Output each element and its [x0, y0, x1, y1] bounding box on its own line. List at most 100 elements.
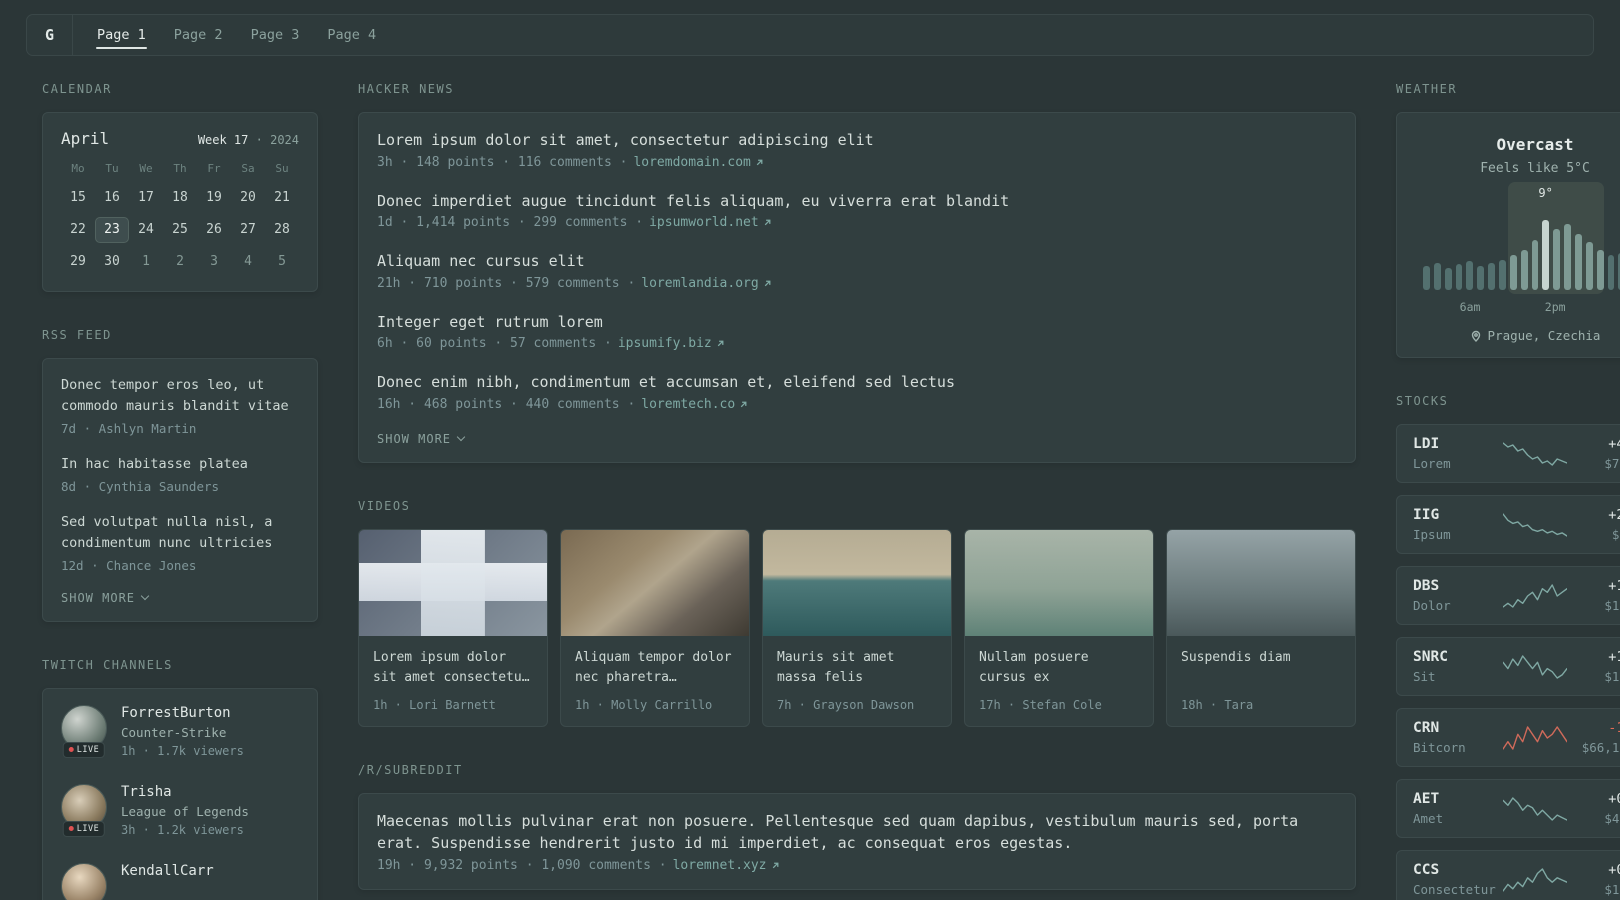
twitch-channel-name[interactable]: Trisha — [121, 784, 249, 800]
stock-row[interactable]: LDI Lorem +4.35% $795.18 — [1396, 424, 1620, 483]
nav-tab-page-1[interactable]: Page 1 — [83, 15, 160, 55]
subreddit-post-domain-link[interactable]: loremnet.xyz — [673, 858, 781, 873]
hackernews-item-title[interactable]: Donec imperdiet augue tincidunt felis al… — [377, 190, 1337, 213]
subreddit-widget-header: /R/SUBREDDIT — [358, 762, 463, 777]
twitch-channel-category: Counter-Strike — [121, 724, 227, 740]
twitch-avatar-wrap: LIVE — [61, 783, 107, 837]
video-title: Lorem ipsum dolor sit amet consectetu… — [373, 649, 530, 685]
calendar-day-header: Fr — [207, 162, 221, 175]
calendar-widget-header: CALENDAR — [42, 82, 112, 96]
hackernews-item-meta: 16h · 468 points · 440 comments · loremt… — [377, 397, 1337, 412]
video-body: Aliquam tempor dolor nec pharetra… 1h · … — [561, 636, 749, 726]
twitch-channel-name[interactable]: ForrestBurton — [121, 705, 244, 721]
weather-bar — [1607, 254, 1615, 290]
nav-tab-page-2[interactable]: Page 2 — [160, 15, 237, 55]
chevron-down-icon — [456, 432, 466, 442]
videos-row: Lorem ipsum dolor sit amet consectetu… 1… — [358, 528, 1356, 727]
hackernews-item-title[interactable]: Aliquam nec cursus elit — [377, 250, 1337, 273]
twitch-widget: TWITCH CHANNELS LIVE ForrestBurton Count… — [42, 658, 318, 900]
stock-price: $42.04 — [1611, 527, 1620, 542]
hackernews-item: Donec enim nibh, condimentum et accumsan… — [377, 371, 1337, 412]
hackernews-item-title[interactable]: Integer eget rutrum lorem — [377, 311, 1337, 334]
calendar-day: 29 — [70, 254, 86, 269]
hackernews-item-domain-link[interactable]: ipsumworld.net — [649, 215, 773, 230]
rss-item-meta: 12d · Chance Jones — [61, 557, 197, 573]
stock-row[interactable]: CCS Consectetur +0.51% $165.84 — [1396, 850, 1620, 900]
calendar-head: April Week 17 · 2024 — [61, 129, 299, 148]
hackernews-item-domain: ipsumify.biz — [617, 336, 712, 351]
calendar-day: 1 — [142, 254, 150, 269]
hackernews-item-domain-link[interactable]: ipsumify.biz — [618, 336, 726, 351]
nav-tab-page-4[interactable]: Page 4 — [313, 15, 390, 55]
calendar-day: 27 — [240, 222, 256, 237]
stock-row[interactable]: CRN Bitcorn -1.00% $66,171.48 — [1396, 708, 1620, 767]
hackernews-show-more-button[interactable]: SHOW MORE — [377, 432, 1337, 446]
stock-id: CRN Bitcorn — [1413, 720, 1503, 755]
stock-values: +0.92% $499.72 — [1567, 791, 1620, 826]
calendar-day: 2 — [176, 254, 184, 269]
right-column: WEATHER Overcast Feels like 5°C 9° 6am 2p… — [1396, 82, 1620, 900]
calendar-day: 4 — [244, 254, 252, 269]
twitch-channel-name[interactable]: KendallCarr — [121, 863, 214, 879]
calendar-week-number: Week 17 — [197, 133, 249, 147]
hackernews-item-domain-link[interactable]: loremtech.co — [641, 397, 749, 412]
calendar-day: 20 — [240, 190, 256, 205]
stock-id: IIG Ipsum — [1413, 507, 1503, 542]
nav-pages: Page 1 Page 2 Page 3 Page 4 — [73, 15, 390, 55]
twitch-avatar-wrap: LIVE — [61, 862, 107, 900]
video-card[interactable]: Mauris sit amet massa felis 7h · Grayson… — [762, 528, 952, 727]
video-title: Mauris sit amet massa felis — [777, 649, 895, 685]
stock-row[interactable]: DBS Dolor +1.42% $156.28 — [1396, 566, 1620, 625]
stock-symbol: SNRC — [1413, 649, 1448, 665]
video-thumbnail — [1167, 529, 1355, 636]
hackernews-item: Lorem ipsum dolor sit amet, consectetur … — [377, 129, 1337, 170]
weather-bar — [1509, 254, 1517, 290]
weather-card: Overcast Feels like 5°C 9° 6am2pm10pm Pr… — [1396, 112, 1620, 358]
left-column: CALENDAR April Week 17 · 2024 Mo Tu We Th Fr… — [42, 82, 318, 900]
calendar-day-header: Th — [173, 162, 187, 175]
video-card[interactable]: Lorem ipsum dolor sit amet consectetu… 1… — [358, 528, 548, 727]
rss-show-more-label: SHOW MORE — [61, 590, 136, 605]
twitch-channel-info: KendallCarr — [121, 863, 214, 883]
video-card[interactable]: Suspendis diam 18h · Tara — [1166, 528, 1356, 727]
nav-tab-page-3[interactable]: Page 3 — [237, 15, 314, 55]
stock-symbol: LDI — [1413, 436, 1440, 452]
twitch-card: LIVE ForrestBurton Counter-Strike 1h · 1… — [42, 687, 318, 900]
stock-row[interactable]: IIG Ipsum +2.84% $42.04 — [1396, 495, 1620, 554]
hackernews-item-title[interactable]: Lorem ipsum dolor sit amet, consectetur … — [377, 129, 1337, 152]
video-meta: 1h · Lori Barnett — [373, 697, 496, 712]
calendar-day: 18 — [172, 190, 188, 205]
calendar-day-header: Mo — [71, 162, 85, 175]
stock-row[interactable]: SNRC Sit +1.36% $148.64 — [1396, 637, 1620, 696]
weather-feels-like: Feels like 5°C — [1480, 161, 1590, 176]
stock-change: +4.35% — [1608, 436, 1620, 452]
stock-row[interactable]: AET Amet +0.92% $499.72 — [1396, 779, 1620, 838]
rss-item-title[interactable]: In hac habitasse platea — [61, 454, 299, 475]
app-logo[interactable]: G — [27, 15, 73, 55]
subreddit-post-title[interactable]: Maecenas mollis pulvinar erat non posuer… — [377, 810, 1337, 855]
hackernews-item-domain-link[interactable]: loremlandia.org — [641, 276, 772, 291]
hackernews-item-title[interactable]: Donec enim nibh, condimentum et accumsan… — [377, 371, 1337, 394]
rss-item-title[interactable]: Donec tempor eros leo, ut commodo mauris… — [61, 375, 299, 417]
twitch-channel-row[interactable]: LIVE KendallCarr — [61, 862, 299, 900]
subreddit-post-meta: 19h · 9,932 points · 1,090 comments · lo… — [377, 858, 1337, 873]
stock-change: +0.51% — [1608, 862, 1620, 878]
calendar-day: 19 — [206, 190, 222, 205]
stock-id: DBS Dolor — [1413, 578, 1503, 613]
hackernews-item-meta: 6h · 60 points · 57 comments · ipsumify.… — [377, 336, 1337, 351]
stock-symbol: CCS — [1413, 862, 1440, 878]
twitch-channel-row[interactable]: LIVE ForrestBurton Counter-Strike 1h · 1… — [61, 704, 299, 758]
video-body: Suspendis diam 18h · Tara — [1167, 636, 1355, 726]
hackernews-item: Donec imperdiet augue tincidunt felis al… — [377, 190, 1337, 231]
stock-symbol: IIG — [1413, 507, 1440, 523]
video-card[interactable]: Nullam posuere cursus ex 17h · Stefan Co… — [964, 528, 1154, 727]
hackernews-item-stats: 3h · 148 points · 116 comments · — [377, 154, 628, 170]
twitch-channel-row[interactable]: LIVE Trisha League of Legends 3h · 1.2k … — [61, 783, 299, 837]
hackernews-item-domain-link[interactable]: loremdomain.com — [633, 155, 764, 170]
video-card[interactable]: Aliquam tempor dolor nec pharetra… 1h · … — [560, 528, 750, 727]
hackernews-item-stats: 16h · 468 points · 440 comments · — [377, 396, 636, 412]
hackernews-item-domain: ipsumworld.net — [649, 215, 759, 230]
rss-show-more-button[interactable]: SHOW MORE — [61, 591, 299, 605]
chevron-down-icon — [140, 591, 150, 601]
rss-item-title[interactable]: Sed volutpat nulla nisl, a condimentum n… — [61, 512, 299, 554]
